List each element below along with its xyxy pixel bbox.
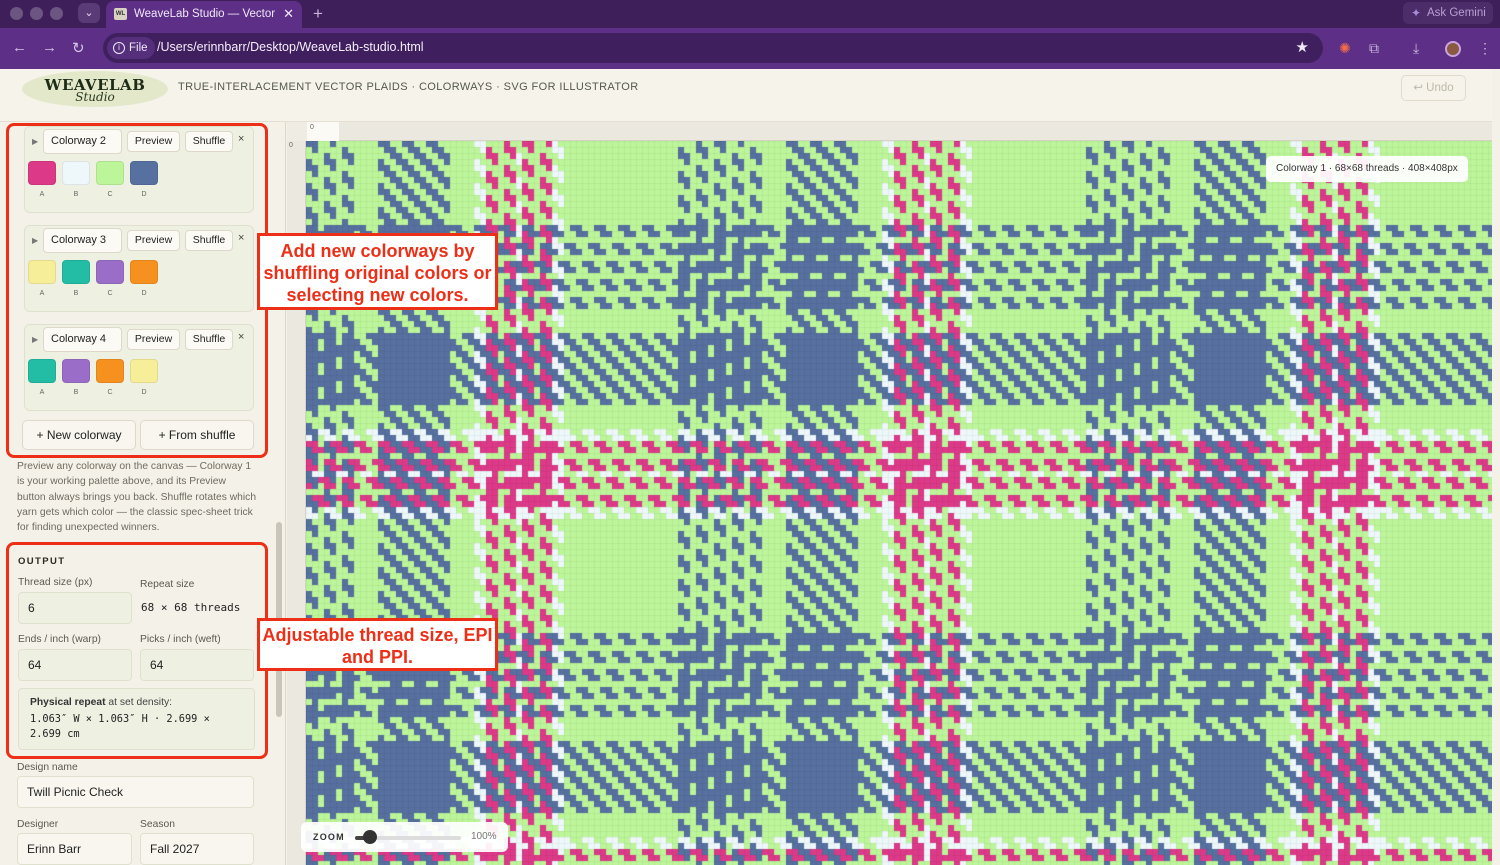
output-callout: Adjustable thread size, EPI and PPI. xyxy=(257,618,498,671)
weavelab-logo: WEAVELAB Studio xyxy=(22,71,168,107)
designer-label: Designer xyxy=(17,819,59,830)
logo-subtitle: Studio xyxy=(75,90,115,104)
profile-icon[interactable] xyxy=(1445,41,1461,57)
url-text[interactable]: /Users/erinnbarr/Desktop/WeaveLab-studio… xyxy=(157,40,424,54)
colorway-info-chip: Colorway 1 · 68×68 threads · 408×408px xyxy=(1266,156,1468,182)
season-input[interactable]: Fall 2027 xyxy=(140,833,254,865)
maximize-window-icon[interactable] xyxy=(50,7,63,20)
app-header: WEAVELAB Studio TRUE-INTERLACEMENT VECTO… xyxy=(0,69,1492,122)
extension-icon[interactable]: ✺ xyxy=(1339,40,1351,57)
address-bar[interactable]: i File /Users/erinnbarr/Desktop/WeaveLab… xyxy=(103,33,1323,63)
zoom-label: ZOOM xyxy=(313,832,345,842)
file-chip[interactable]: i File xyxy=(107,37,155,59)
browser-tab[interactable]: WL WeaveLab Studio — Vector Pl ✕ xyxy=(106,1,302,28)
left-ruler-label: 0 xyxy=(289,142,293,149)
back-icon[interactable]: ← xyxy=(12,39,27,56)
gemini-sparkle-icon: ✦ xyxy=(1411,6,1422,20)
close-window-icon[interactable] xyxy=(10,7,23,20)
zoom-control: ZOOM 100% xyxy=(301,822,508,852)
colorways-callout: Add new colorways by shuffling original … xyxy=(257,233,498,310)
design-name-label: Design name xyxy=(17,762,78,773)
zoom-slider-handle[interactable] xyxy=(362,830,377,844)
menu-icon[interactable]: ⋮ xyxy=(1478,40,1492,57)
designer-input[interactable]: Erinn Barr xyxy=(17,833,132,865)
browser-toolbar: ← → ↻ i File /Users/erinnbarr/Desktop/We… xyxy=(0,28,1500,69)
forward-icon[interactable]: → xyxy=(42,39,57,56)
file-chip-label: File xyxy=(129,42,148,54)
tab-search-icon[interactable]: ⌄ xyxy=(78,3,100,23)
bookmark-star-icon[interactable]: ★ xyxy=(1296,38,1309,56)
season-label: Season xyxy=(140,819,175,830)
new-tab-icon[interactable]: + xyxy=(313,4,323,24)
tab-close-icon[interactable]: ✕ xyxy=(283,6,294,22)
download-icon[interactable]: ⤓ xyxy=(1413,40,1419,57)
zoom-value: 100% xyxy=(471,831,497,842)
ruler-origin-label: 0 xyxy=(307,122,339,141)
ask-gemini-button[interactable]: ✦ Ask Gemini xyxy=(1403,2,1493,24)
design-name-input[interactable]: Twill Picnic Check xyxy=(17,776,254,808)
top-ruler xyxy=(307,122,1492,141)
favicon-icon: WL xyxy=(114,8,127,20)
app-tagline: TRUE-INTERLACEMENT VECTOR PLAIDS · COLOR… xyxy=(178,81,639,93)
minimize-window-icon[interactable] xyxy=(30,7,43,20)
undo-button[interactable]: ↩ Undo xyxy=(1401,75,1466,101)
ask-gemini-label: Ask Gemini xyxy=(1427,7,1486,19)
colorways-highlight-box xyxy=(6,123,268,458)
colorway-help-text: Preview any colorway on the canvas — Col… xyxy=(17,461,257,534)
puzzle-icon[interactable]: ⧉ xyxy=(1369,40,1379,57)
window-scrollbar[interactable] xyxy=(1492,69,1500,865)
output-highlight-box xyxy=(6,542,268,759)
browser-titlebar: ⌄ WL WeaveLab Studio — Vector Pl ✕ + ✦ A… xyxy=(0,0,1500,28)
info-icon: i xyxy=(113,42,125,54)
tab-title: WeaveLab Studio — Vector Pl xyxy=(134,8,276,20)
sidebar: ▶ Colorway 2 Preview Shuffle × A B C D ▶… xyxy=(0,122,286,865)
weavelab-app: WEAVELAB Studio TRUE-INTERLACEMENT VECTO… xyxy=(0,69,1500,865)
reload-icon[interactable]: ↻ xyxy=(72,39,85,57)
